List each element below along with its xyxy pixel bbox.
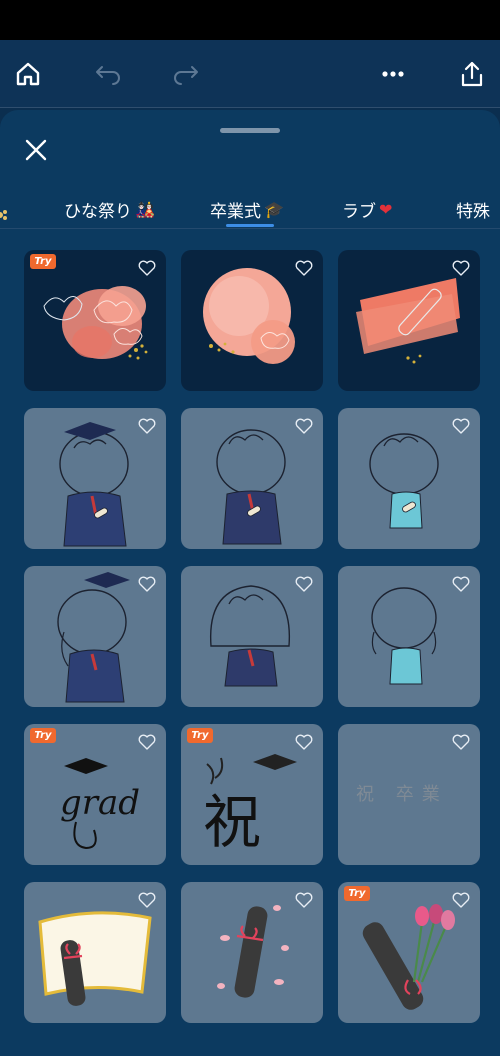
favorite-heart-icon[interactable] — [295, 418, 313, 434]
status-bar — [0, 0, 500, 40]
share-icon[interactable] — [454, 56, 490, 92]
tab-label: 卒業式 — [210, 201, 261, 222]
sticker-boy-blue-suit[interactable] — [338, 408, 480, 549]
tab-label: 特殊 — [456, 201, 490, 222]
favorite-heart-icon[interactable] — [452, 576, 470, 592]
sticker-girl-graduate-cap[interactable] — [24, 566, 166, 707]
top-toolbar — [0, 40, 500, 108]
tab-graduation[interactable]: 卒業式 🎓 — [210, 194, 284, 224]
redo-icon[interactable] — [168, 56, 204, 92]
favorite-heart-icon[interactable] — [452, 892, 470, 908]
tab-hinamatsuri[interactable]: ひな祭り 🎎 — [64, 194, 155, 224]
favorite-heart-icon[interactable] — [138, 892, 156, 908]
sticker-watercolor-stroke-diploma[interactable] — [338, 250, 480, 391]
graduation-cap-icon: 🎓 — [264, 199, 284, 219]
heart-icon: ❤ — [379, 199, 393, 219]
sticker-watercolor-flower-pink[interactable]: Try — [24, 250, 166, 391]
favorite-heart-icon[interactable] — [138, 576, 156, 592]
drag-handle[interactable] — [220, 128, 280, 133]
sticker-diploma-tulips[interactable]: Try — [338, 882, 480, 1023]
sticker-girl-blue-suit[interactable] — [338, 566, 480, 707]
close-icon[interactable] — [18, 132, 54, 168]
undo-icon[interactable] — [90, 56, 126, 92]
sticker-girl-navy-suit[interactable] — [181, 566, 323, 707]
sticker-boy-graduate-cap[interactable] — [24, 408, 166, 549]
favorite-heart-icon[interactable] — [295, 260, 313, 276]
active-tab-indicator — [226, 224, 274, 227]
tab-special[interactable]: 特殊 — [456, 194, 490, 224]
grad-text: grad — [60, 783, 140, 823]
favorite-heart-icon[interactable] — [295, 576, 313, 592]
favorite-heart-icon[interactable] — [452, 734, 470, 750]
tab-label: ラブ — [342, 201, 376, 222]
sticker-certificate-scroll[interactable] — [24, 882, 166, 1023]
try-badge: Try — [30, 254, 56, 269]
favorite-heart-icon[interactable] — [452, 418, 470, 434]
favorite-heart-icon[interactable] — [138, 734, 156, 750]
tab-divider — [0, 228, 500, 229]
favorite-heart-icon[interactable] — [295, 734, 313, 750]
home-icon[interactable] — [10, 56, 46, 92]
sticker-diploma-petals[interactable] — [181, 882, 323, 1023]
favorite-heart-icon[interactable] — [138, 418, 156, 434]
sticker-watercolor-blob-flower[interactable] — [181, 250, 323, 391]
try-badge: Try — [30, 728, 56, 743]
dolls-icon: 🎎 — [135, 199, 155, 219]
sticker-sheet: ひな祭り 🎎 卒業式 🎓 ラブ ❤ 特殊 Try grad Try 祝 Try … — [0, 110, 500, 1056]
iwai-sotsugyou-label: 祝 卒業 — [356, 784, 448, 805]
favorite-heart-icon[interactable] — [295, 892, 313, 908]
tab-label: ひな祭り — [64, 201, 132, 222]
sticker-iwai-calligraphy[interactable]: 祝 Try — [181, 724, 323, 865]
sticker-boy-navy-suit[interactable] — [181, 408, 323, 549]
try-badge: Try — [187, 728, 213, 743]
sticker-grad-lettering[interactable]: grad Try — [24, 724, 166, 865]
more-icon[interactable] — [375, 56, 411, 92]
sticker-iwai-sotsugyou-text[interactable]: 祝 卒業 — [338, 724, 480, 865]
favorite-heart-icon[interactable] — [138, 260, 156, 276]
tab-previous-fragment[interactable] — [0, 200, 10, 230]
iwai-text: 祝 — [203, 788, 261, 856]
tab-love[interactable]: ラブ ❤ — [342, 194, 392, 224]
favorite-heart-icon[interactable] — [452, 260, 470, 276]
try-badge: Try — [344, 886, 370, 901]
